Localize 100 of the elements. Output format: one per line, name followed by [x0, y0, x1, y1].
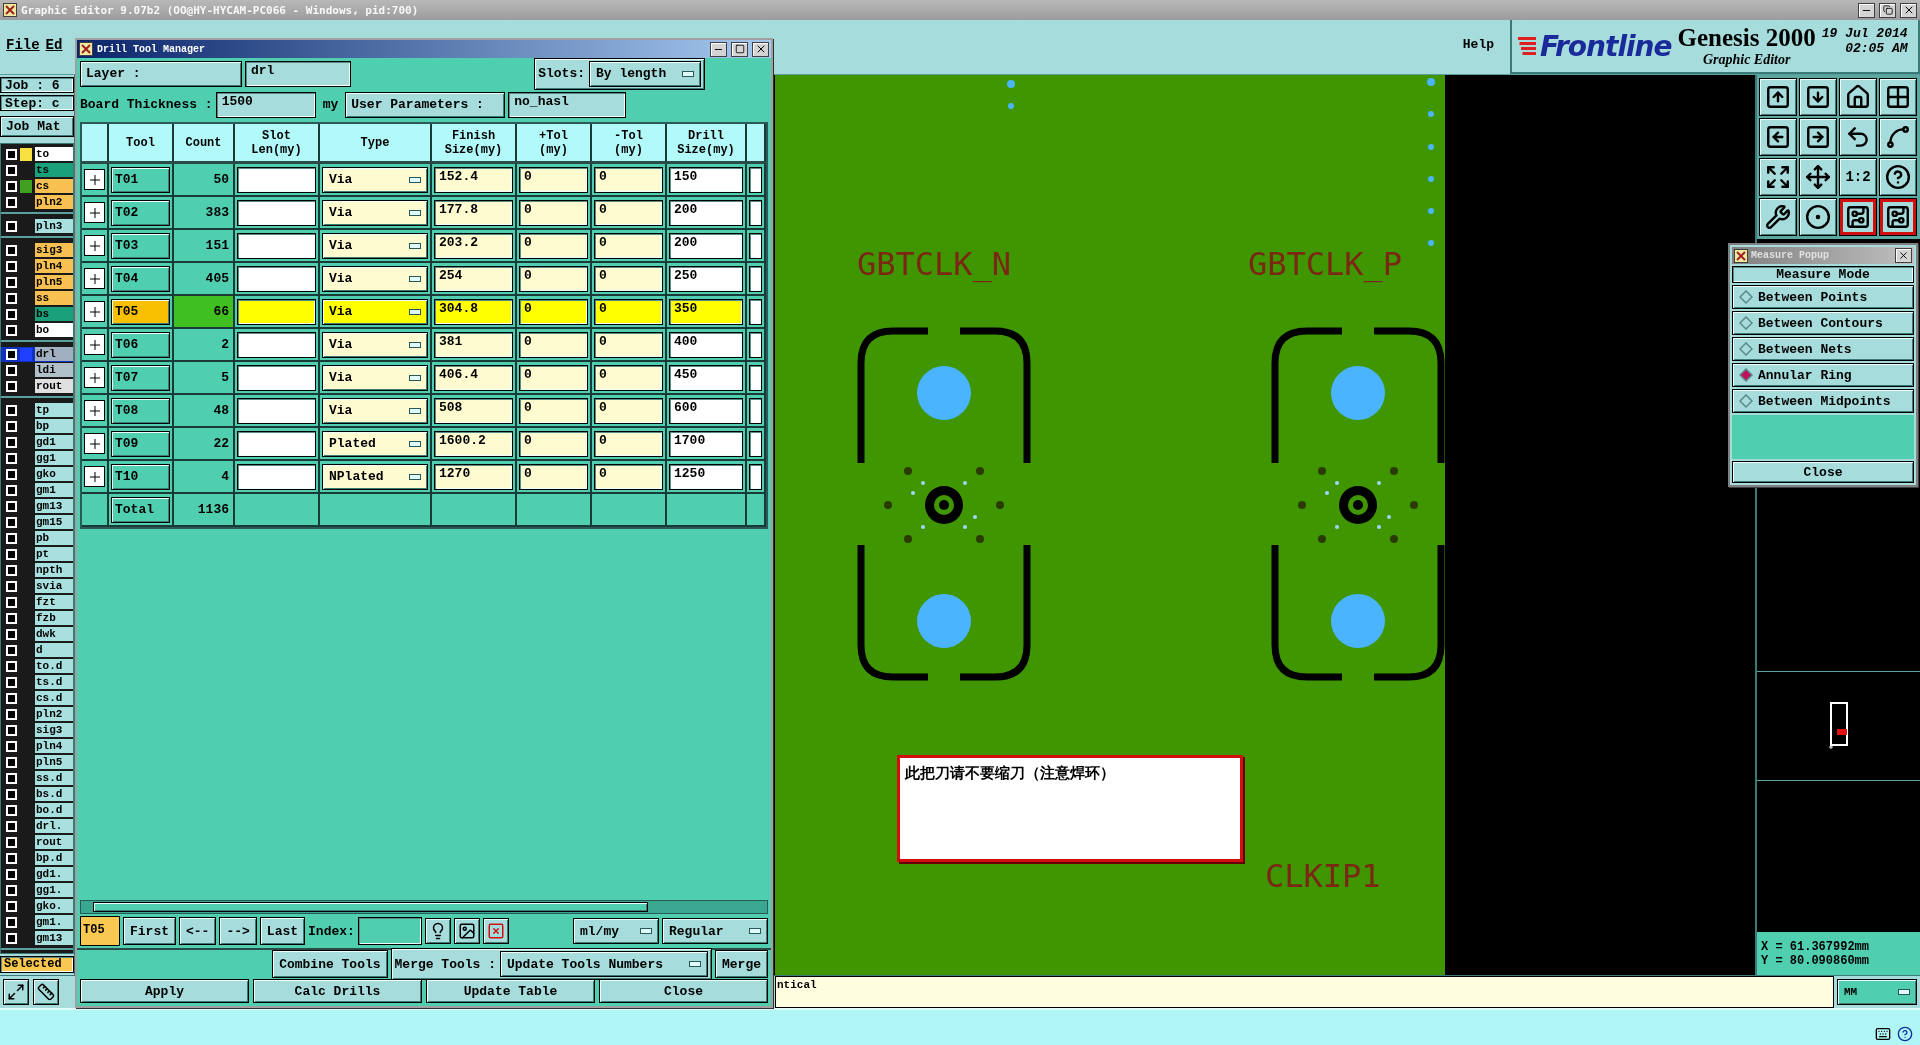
- layer-checkbox[interactable]: [6, 324, 17, 336]
- toolbar-button[interactable]: [1839, 118, 1877, 156]
- horizontal-scrollbar[interactable]: [80, 900, 768, 914]
- drill-size-field[interactable]: 1700: [669, 430, 743, 457]
- toolbar-button[interactable]: [1879, 118, 1917, 156]
- toolbar-button[interactable]: [1879, 78, 1917, 116]
- layer-checkbox[interactable]: [6, 820, 17, 832]
- layer-checkbox[interactable]: [6, 692, 17, 704]
- layer-checkbox[interactable]: [6, 772, 17, 784]
- toolbar-button[interactable]: [1879, 198, 1917, 236]
- nav-button[interactable]: <--: [179, 917, 217, 945]
- plus-tolerance-field[interactable]: 0: [519, 364, 588, 391]
- close-button[interactable]: Close: [1732, 461, 1914, 483]
- plus-tolerance-field[interactable]: 0: [519, 265, 588, 292]
- tool-button[interactable]: T03: [111, 232, 170, 259]
- tool-row[interactable]: T09 22 Plated 1600.2 0 0 1700: [82, 428, 766, 461]
- layer-checkbox[interactable]: [6, 836, 17, 848]
- layer-button[interactable]: Layer :: [80, 60, 242, 87]
- layer-checkbox[interactable]: [6, 564, 17, 576]
- type-dropdown[interactable]: Via: [322, 298, 428, 325]
- tool-row[interactable]: T10 4 NPlated 1270 0 0 1250: [82, 461, 766, 494]
- drill-size-field[interactable]: 200: [669, 232, 743, 259]
- expand-button[interactable]: [84, 169, 105, 190]
- layer-checkbox[interactable]: [6, 932, 17, 944]
- minus-tolerance-field[interactable]: 0: [594, 364, 663, 391]
- expand-button[interactable]: [84, 334, 105, 355]
- text-field[interactable]: [749, 199, 762, 226]
- layer-checkbox[interactable]: [6, 276, 17, 288]
- type-dropdown[interactable]: Via: [322, 265, 428, 292]
- layer-checkbox[interactable]: [6, 580, 17, 592]
- close-button[interactable]: [1900, 2, 1917, 18]
- expand-button[interactable]: [84, 466, 105, 487]
- minus-tolerance-field[interactable]: 0: [594, 463, 663, 490]
- plus-tolerance-field[interactable]: 0: [519, 463, 588, 490]
- layer-row[interactable]: pln5: [1, 754, 73, 770]
- layer-checkbox[interactable]: [6, 404, 17, 416]
- ruler-button[interactable]: [33, 979, 59, 1005]
- slot-length-field[interactable]: [237, 331, 316, 358]
- tool-row[interactable]: T07 5 Via 406.4 0 0 450: [82, 362, 766, 395]
- layer-row[interactable]: gm13: [1, 498, 73, 514]
- layer-checkbox[interactable]: [6, 364, 17, 376]
- layer-row[interactable]: ts: [1, 162, 73, 178]
- layer-checkbox[interactable]: [6, 180, 17, 192]
- layer-row[interactable]: svia: [1, 578, 73, 594]
- layer-checkbox[interactable]: [6, 548, 17, 560]
- merge-option-dropdown[interactable]: Update Tools Numbers: [500, 951, 708, 977]
- layer-checkbox[interactable]: [6, 644, 17, 656]
- finish-size-field[interactable]: 406.4: [434, 364, 513, 391]
- text-field[interactable]: [749, 430, 762, 457]
- layer-row[interactable]: to.d: [1, 658, 73, 674]
- delete-button[interactable]: [482, 918, 509, 944]
- layer-row[interactable]: drl.: [1, 818, 73, 834]
- layer-checkbox[interactable]: [6, 260, 17, 272]
- tool-button[interactable]: T05: [111, 298, 170, 325]
- tool-row[interactable]: T05 66 Via 304.8 0 0 350: [82, 296, 766, 329]
- layer-checkbox[interactable]: [6, 244, 17, 256]
- user-parameters-field[interactable]: no_hasl: [508, 91, 627, 118]
- plus-tolerance-field[interactable]: 0: [519, 232, 588, 259]
- measure-option[interactable]: Between Nets: [1732, 337, 1914, 361]
- finish-size-field[interactable]: 203.2: [434, 232, 513, 259]
- slot-length-field[interactable]: [237, 397, 316, 424]
- plus-tolerance-field[interactable]: 0: [519, 430, 588, 457]
- restore-button[interactable]: [1879, 2, 1896, 18]
- minus-tolerance-field[interactable]: 0: [594, 232, 663, 259]
- drill-size-field[interactable]: 450: [669, 364, 743, 391]
- tool-button[interactable]: T06: [111, 331, 170, 358]
- action-button[interactable]: Update Table: [426, 979, 595, 1003]
- expand-button[interactable]: [84, 268, 105, 289]
- layer-checkbox[interactable]: [6, 868, 17, 880]
- menu-item[interactable]: File: [6, 20, 40, 74]
- layer-row[interactable]: bo.d: [1, 802, 73, 818]
- lightbulb-button[interactable]: [424, 918, 451, 944]
- slot-length-field[interactable]: [237, 232, 316, 259]
- layer-checkbox[interactable]: [6, 740, 17, 752]
- drill-size-field[interactable]: 600: [669, 397, 743, 424]
- layer-row[interactable]: pln4: [1, 258, 73, 274]
- slots-dropdown[interactable]: By length: [589, 60, 701, 87]
- layer-checkbox[interactable]: [6, 380, 17, 392]
- expand-button[interactable]: [84, 367, 105, 388]
- slot-length-field[interactable]: [237, 430, 316, 457]
- slot-length-field[interactable]: [237, 298, 316, 325]
- layer-row[interactable]: bp: [1, 418, 73, 434]
- toolbar-button[interactable]: [1759, 118, 1797, 156]
- action-button[interactable]: Apply: [80, 979, 249, 1003]
- scale-button[interactable]: 1:2: [1839, 158, 1877, 196]
- text-field[interactable]: [749, 331, 762, 358]
- layer-checkbox[interactable]: [6, 612, 17, 624]
- text-field[interactable]: [749, 265, 762, 292]
- layer-row[interactable]: drl: [1, 346, 73, 362]
- layer-field[interactable]: drl: [245, 60, 351, 87]
- layer-checkbox[interactable]: [6, 148, 17, 160]
- layer-row[interactable]: sig3: [1, 722, 73, 738]
- layer-row[interactable]: npth: [1, 562, 73, 578]
- tool-row[interactable]: T03 151 Via 203.2 0 0 200: [82, 230, 766, 263]
- expand-button[interactable]: [84, 202, 105, 223]
- text-field[interactable]: [749, 232, 762, 259]
- minus-tolerance-field[interactable]: 0: [594, 331, 663, 358]
- maximize-button[interactable]: [731, 41, 748, 57]
- layer-row[interactable]: sig3: [1, 242, 73, 258]
- finish-size-field[interactable]: 152.4: [434, 166, 513, 193]
